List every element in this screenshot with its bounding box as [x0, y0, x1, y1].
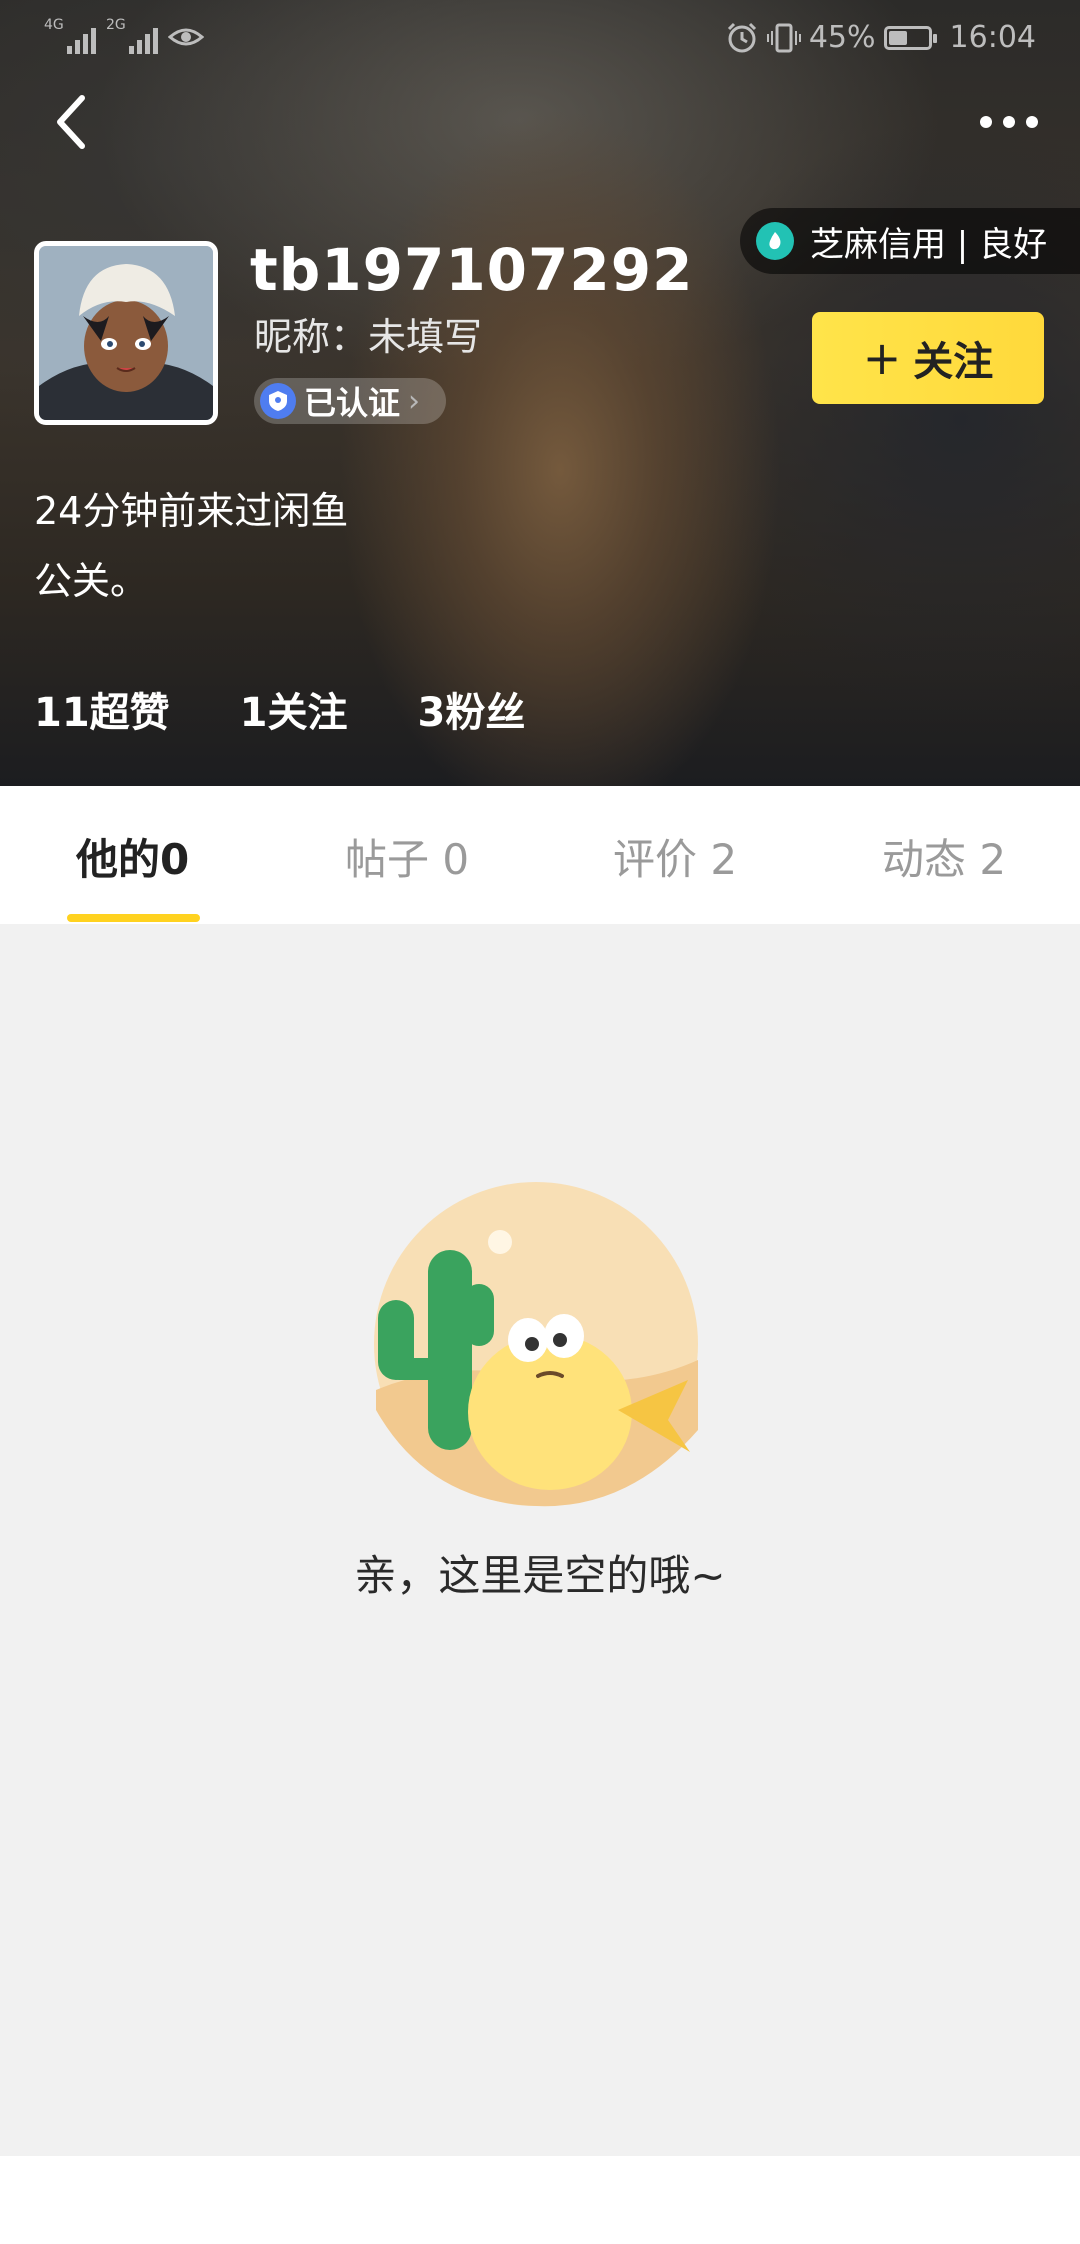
battery-percent: 45%	[808, 20, 876, 55]
profile-tabs: 他的0 帖子 0 评价 2 动态 2	[0, 786, 1080, 924]
empty-state-message: 亲，这里是空的哦~	[354, 1551, 726, 1600]
nickname: 昵称：未填写	[254, 315, 483, 359]
more-dots-icon[interactable]	[974, 96, 1044, 148]
signal-icon: 4G	[44, 18, 96, 54]
bio-line: 24分钟前来过闲鱼	[34, 489, 349, 533]
status-time: 16:04	[949, 20, 1036, 55]
follow-label: 关注	[913, 339, 994, 385]
follow-button[interactable]: + 关注	[812, 312, 1044, 404]
tab-reviews[interactable]: 评价 2	[613, 826, 737, 887]
profile-header: 4G 2G 45% 16:04 tb197107292 昵称：未填写 已认证 ›…	[0, 0, 1080, 786]
verified-badge[interactable]: 已认证 ›	[254, 378, 447, 424]
bio: 24分钟前来过闲鱼 公关。	[34, 476, 348, 616]
alarm-icon	[727, 22, 756, 52]
credit-label: 芝麻信用 | 良好	[810, 224, 1048, 265]
avatar[interactable]	[34, 241, 218, 425]
empty-state-illustration	[374, 1182, 698, 1507]
signal-icon: 2G	[106, 18, 158, 54]
credit-badge[interactable]: 芝麻信用 | 良好	[740, 208, 1080, 274]
tab-activity[interactable]: 动态 2	[882, 826, 1006, 887]
sesame-credit-icon	[756, 222, 794, 260]
verified-shield-icon	[260, 383, 296, 419]
stat-following[interactable]: 1关注	[240, 680, 348, 738]
avatar-illustration	[39, 246, 213, 420]
stat-likes[interactable]: 11超赞	[34, 680, 170, 738]
stat-followers[interactable]: 3粉丝	[418, 680, 526, 738]
active-tab-indicator	[67, 914, 200, 922]
tab-content: 亲，这里是空的哦~	[0, 924, 1080, 2156]
verified-label: 已认证	[304, 384, 401, 422]
battery-icon	[883, 25, 937, 50]
bio-line: 公关。	[34, 559, 149, 603]
back-chevron-icon[interactable]	[46, 86, 102, 158]
vibrate-icon	[766, 23, 801, 52]
tab-posts[interactable]: 帖子 0	[345, 826, 469, 887]
plus-icon: +	[862, 331, 902, 385]
tab-his-items[interactable]: 他的0	[76, 826, 189, 887]
status-bar: 4G 2G 45% 16:04	[0, 0, 1080, 84]
username: tb197107292	[250, 236, 694, 304]
stats-row: 11超赞 1关注 3粉丝	[34, 680, 525, 738]
chevron-right-icon: ›	[408, 383, 421, 419]
eye-icon	[168, 28, 204, 46]
